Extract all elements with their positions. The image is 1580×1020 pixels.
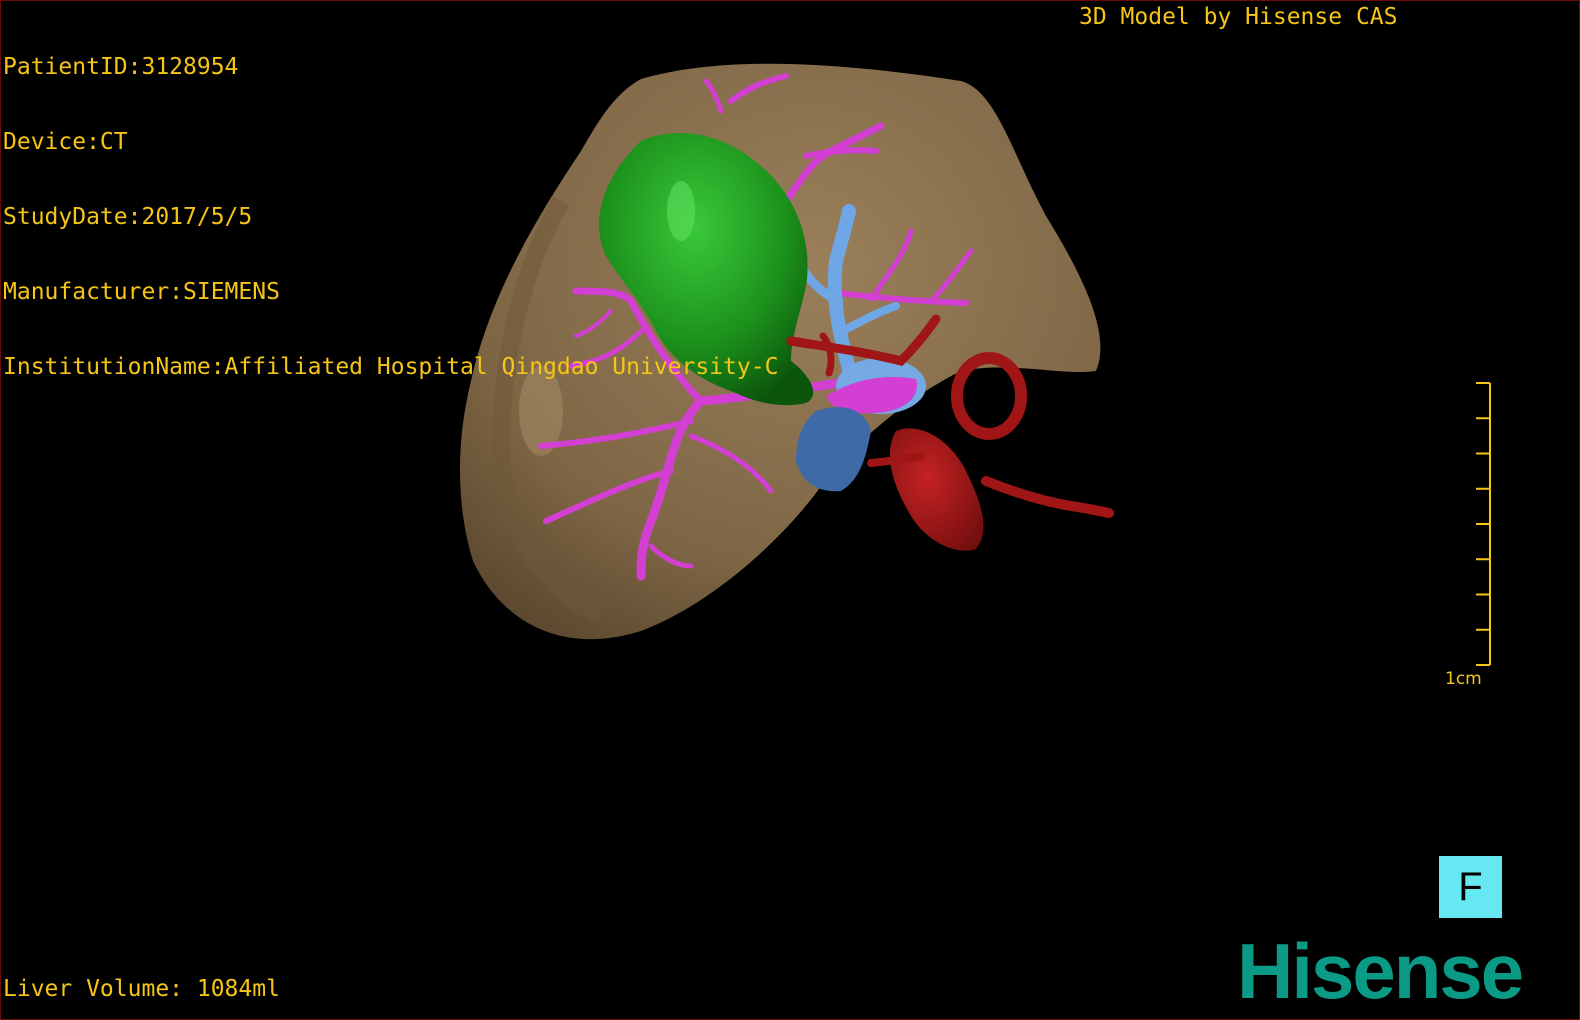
device: Device:CT [3,129,128,155]
hisense-logo: Hisense [1237,927,1524,1015]
liver-volume: Liver Volume: 1084ml [3,976,280,1002]
study-info-overlay: PatientID:3128954 Device:CT StudyDate:20… [3,5,778,430]
scale-bar-label: 1cm [1445,669,1482,689]
model-credit: 3D Model by Hisense CAS [1079,4,1398,30]
3d-viewport[interactable]: PatientID:3128954 Device:CT StudyDate:20… [0,0,1580,1020]
scale-ticks [1476,382,1490,666]
institution-name: InstitutionName:Affiliated Hospital Qing… [3,354,779,380]
scale-bar [1476,382,1491,666]
orientation-cube-button[interactable]: F [1439,856,1502,918]
patient-id: PatientID:3128954 [3,54,239,80]
manufacturer: Manufacturer:SIEMENS [3,279,280,305]
study-date: StudyDate:2017/5/5 [3,204,253,230]
